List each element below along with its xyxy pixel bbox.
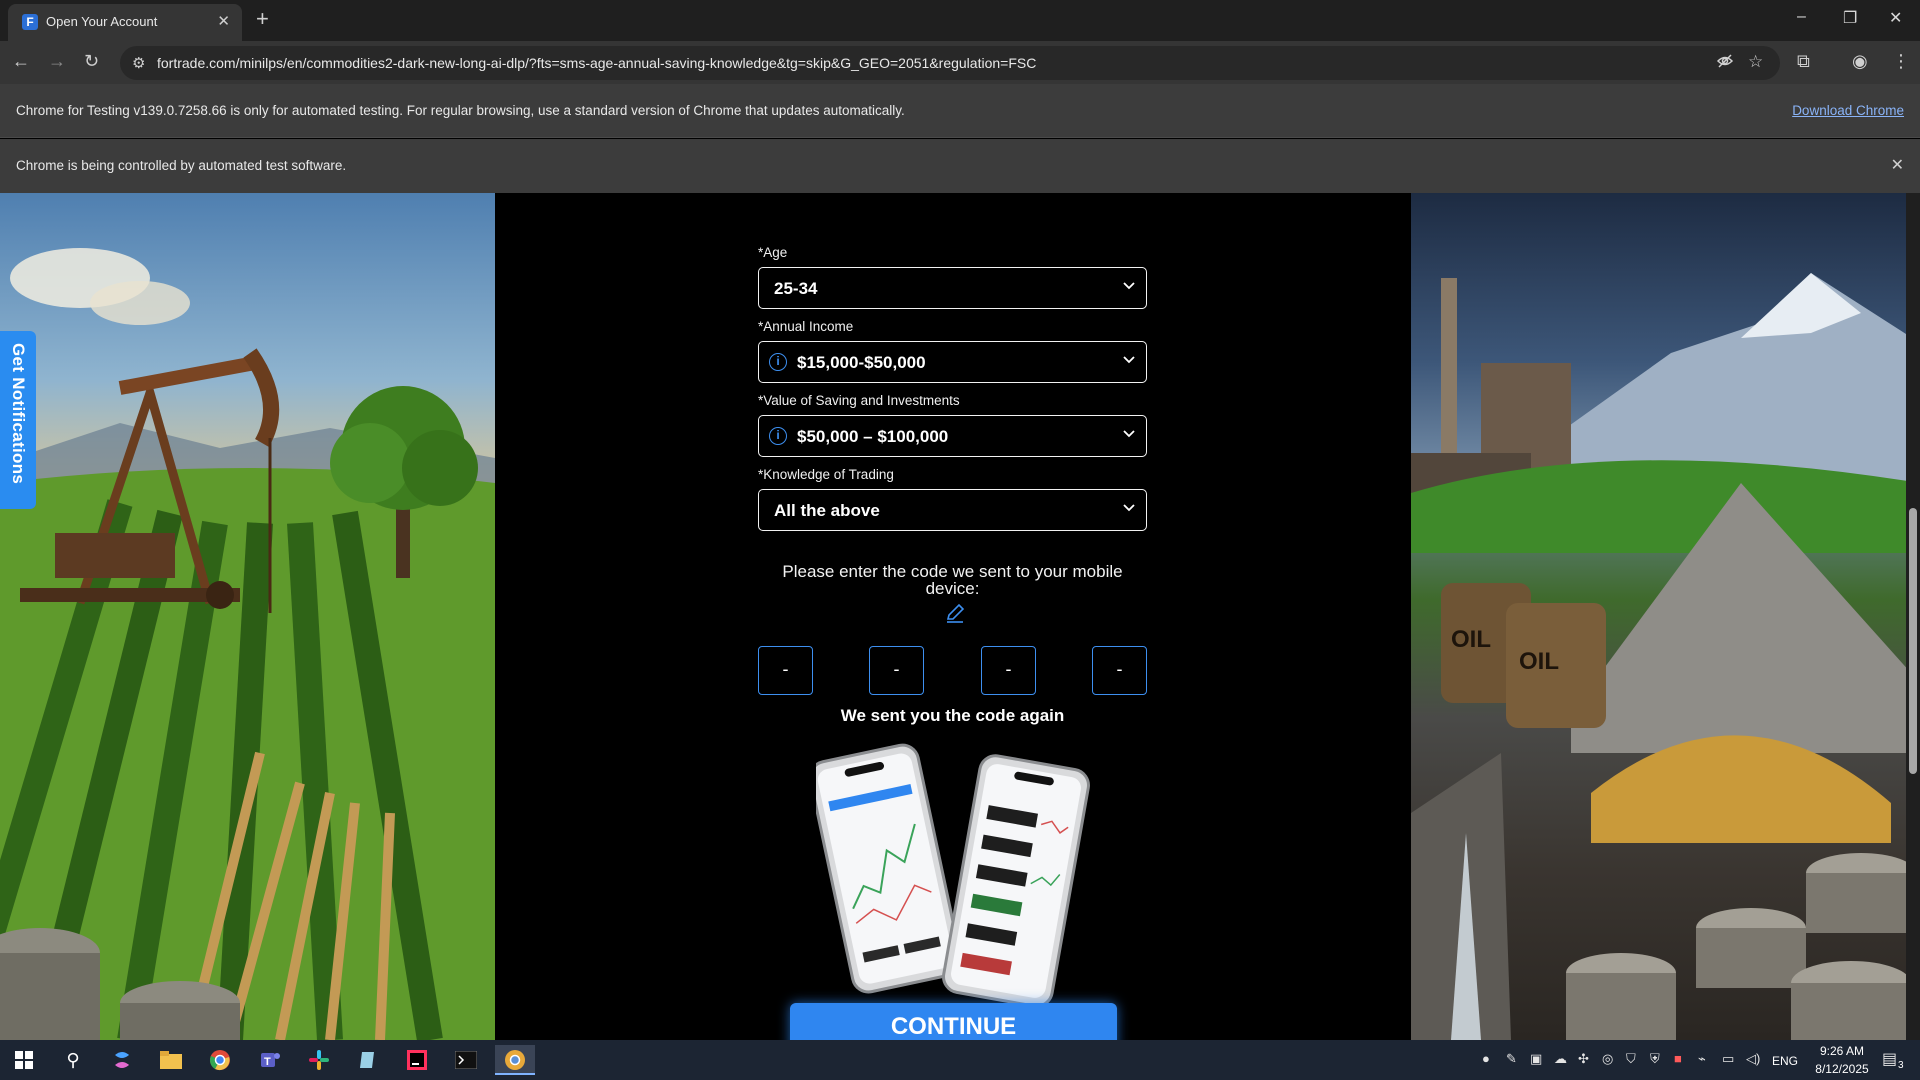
testing-infobar-text: Chrome for Testing v139.0.7258.66 is onl…: [16, 103, 905, 118]
reload-button[interactable]: ↻: [84, 51, 99, 72]
info-icon[interactable]: i: [769, 353, 787, 371]
copilot-icon[interactable]: [102, 1045, 142, 1075]
age-value: 25-34: [774, 279, 818, 298]
mountain-oil-barrels-image: OIL OIL: [1411, 193, 1920, 1040]
tray-security-icon[interactable]: ⛉: [1626, 1051, 1636, 1067]
site-info-icon[interactable]: ⚙: [132, 54, 145, 72]
age-label: *Age: [758, 245, 788, 260]
automation-infobar-text: Chrome is being controlled by automated …: [16, 158, 347, 173]
tray-slack-icon[interactable]: ✣: [1578, 1051, 1589, 1067]
knowledge-select[interactable]: All the above: [758, 489, 1147, 531]
notepad-icon[interactable]: [348, 1045, 388, 1075]
profile-icon[interactable]: ◉: [1852, 51, 1868, 72]
tab-close-icon[interactable]: ✕: [217, 12, 230, 30]
clock-date[interactable]: 8/12/2025: [1804, 1062, 1880, 1076]
automation-infobar: Chrome is being controlled by automated …: [0, 139, 1920, 193]
chrome-icon[interactable]: [200, 1045, 240, 1075]
knowledge-label: *Knowledge of Trading: [758, 467, 894, 482]
trading-app-phones-image: [808, 741, 1096, 1008]
svg-text:T: T: [264, 1056, 271, 1068]
infobar-close-icon[interactable]: ✕: [1891, 155, 1904, 175]
notification-center-icon[interactable]: ▤: [1882, 1049, 1897, 1069]
savings-select[interactable]: i $50,000 – $100,000: [758, 415, 1147, 457]
terminal-icon[interactable]: [446, 1045, 486, 1075]
url-text[interactable]: fortrade.com/minilps/en/commodities2-dar…: [157, 55, 1036, 71]
download-chrome-link[interactable]: Download Chrome: [1792, 103, 1904, 118]
age-select[interactable]: 25-34: [758, 267, 1147, 309]
back-button[interactable]: ←: [12, 51, 30, 72]
eye-slash-icon[interactable]: [1716, 52, 1734, 75]
tab-title: Open Your Account: [46, 14, 158, 29]
chevron-down-icon: [1122, 500, 1136, 517]
tray-display-icon[interactable]: ▭: [1722, 1051, 1734, 1067]
window-close-button[interactable]: ✕: [1889, 8, 1902, 28]
code-prompt: Please enter the code we sent to your mo…: [782, 562, 1123, 598]
tab-strip: F Open Your Account ✕ + – ❐ ✕: [0, 0, 1920, 41]
start-icon[interactable]: [4, 1045, 44, 1075]
teams-icon[interactable]: T: [250, 1045, 290, 1075]
page-viewport: Get Notifications OIL OIL *Age 25-34 *An…: [0, 193, 1920, 1040]
testing-infobar: Chrome for Testing v139.0.7258.66 is onl…: [0, 84, 1920, 138]
forward-button[interactable]: →: [48, 51, 66, 72]
browser-tab[interactable]: F Open Your Account ✕: [8, 4, 242, 41]
knowledge-value: All the above: [774, 501, 880, 520]
get-notifications-tab[interactable]: Get Notifications: [0, 331, 36, 509]
code-digit-4[interactable]: -: [1092, 646, 1147, 695]
annual-income-select[interactable]: i $15,000-$50,000: [758, 341, 1147, 383]
search-icon[interactable]: ⚲: [53, 1045, 93, 1075]
continue-button[interactable]: CONTINUE: [790, 1003, 1117, 1040]
code-digit-1[interactable]: -: [758, 646, 813, 695]
savings-value: $50,000 – $100,000: [797, 427, 949, 446]
tray-network-off-icon[interactable]: ⌁: [1698, 1051, 1706, 1067]
oil-barrel-label-2: OIL: [1519, 648, 1559, 675]
farmland-oil-pump-image: [0, 193, 495, 1040]
address-bar[interactable]: ⚙ fortrade.com/minilps/en/commodities2-d…: [120, 46, 1780, 80]
clock-time[interactable]: 9:26 AM: [1804, 1044, 1880, 1058]
slack-icon[interactable]: [299, 1045, 339, 1075]
tray-pen-icon[interactable]: ✎: [1506, 1051, 1517, 1067]
annual-income-value: $15,000-$50,000: [797, 353, 926, 372]
page-scrollbar[interactable]: [1906, 193, 1920, 1040]
menu-icon[interactable]: ⋮: [1892, 51, 1910, 72]
chrome-testing-icon[interactable]: [495, 1045, 535, 1075]
browser-toolbar: ← → ↻ ⚙ fortrade.com/minilps/en/commodit…: [0, 41, 1920, 84]
get-notifications-label: Get Notifications: [9, 343, 28, 485]
tab-search-icon[interactable]: ⧉: [1797, 51, 1810, 72]
file-explorer-icon[interactable]: [151, 1045, 191, 1075]
chevron-down-icon: [1122, 278, 1136, 295]
info-icon[interactable]: i: [769, 427, 787, 445]
edit-phone-icon[interactable]: [944, 602, 966, 624]
notification-count: 3: [1898, 1060, 1904, 1071]
restore-button[interactable]: ❐: [1843, 8, 1857, 28]
tray-volume-icon[interactable]: ◁): [1746, 1051, 1760, 1067]
tray-onedrive-icon[interactable]: ☁: [1554, 1051, 1567, 1067]
tray-vpn-icon[interactable]: ◎: [1602, 1051, 1613, 1067]
minimize-button[interactable]: –: [1797, 8, 1806, 26]
fortrade-favicon-icon: F: [22, 14, 38, 30]
scrollbar-thumb[interactable]: [1909, 508, 1917, 774]
tray-teams-icon[interactable]: ▣: [1530, 1051, 1542, 1067]
tray-shield-icon[interactable]: ⛨: [1650, 1051, 1660, 1067]
code-digit-3[interactable]: -: [981, 646, 1036, 695]
chevron-down-icon: [1122, 352, 1136, 369]
star-icon[interactable]: ☆: [1748, 52, 1763, 72]
chevron-down-icon: [1122, 426, 1136, 443]
income-label: *Annual Income: [758, 319, 854, 334]
savings-label: *Value of Saving and Investments: [758, 393, 960, 408]
tray-app-icon[interactable]: ●: [1482, 1051, 1490, 1066]
language-indicator[interactable]: ENG: [1772, 1054, 1798, 1068]
oil-barrel-label-1: OIL: [1451, 626, 1491, 653]
windows-taskbar: ⚲ T ● ✎ ▣ ☁ ✣ ◎ ⛉ ⛨ ■ ⌁ ▭ ◁) ENG 9:26 AM…: [0, 1040, 1920, 1080]
intellij-icon[interactable]: [397, 1045, 437, 1075]
code-resent-message: We sent you the code again: [840, 706, 1065, 725]
tray-alert-icon[interactable]: ■: [1674, 1051, 1682, 1066]
code-digit-2[interactable]: -: [869, 646, 924, 695]
new-tab-button[interactable]: +: [256, 6, 269, 32]
